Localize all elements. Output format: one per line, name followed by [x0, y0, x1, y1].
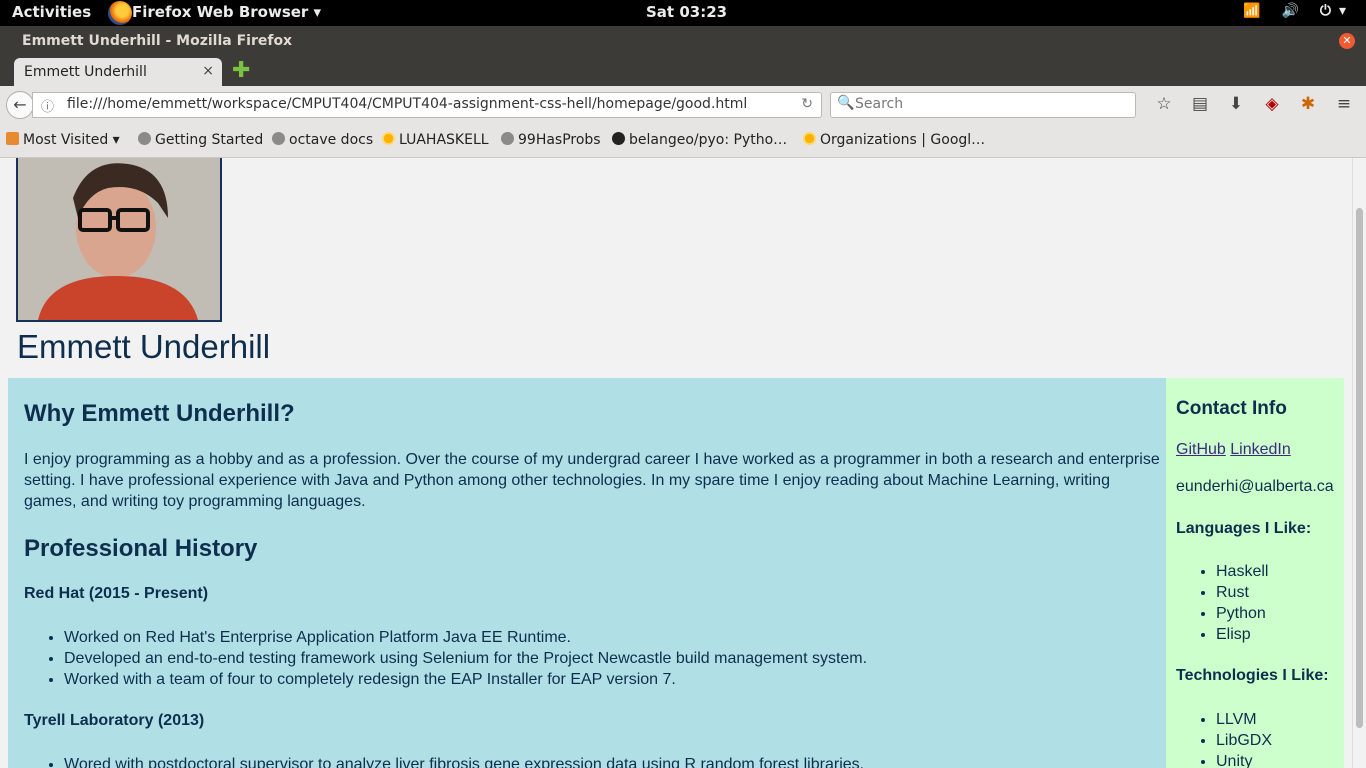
folder-icon [6, 132, 19, 145]
search-placeholder[interactable]: Search [855, 96, 903, 112]
firefox-logo-icon [108, 1, 132, 25]
profile-photo-image [18, 158, 220, 320]
toolbar-icons: ☆ ▤ ⬇ ◈ ✱ ≡ [1146, 94, 1362, 114]
languages-list: Haskell Rust Python Elisp [1176, 561, 1268, 645]
new-tab-icon[interactable]: ✚ [232, 58, 250, 83]
bookmark-most-visited[interactable]: Most Visited ▾ [6, 132, 120, 148]
main-section: Why Emmett Underhill? I enjoy programmin… [8, 378, 1166, 768]
search-field[interactable]: 🔍 Search [830, 92, 1136, 118]
download-icon[interactable]: ⬇ [1218, 94, 1254, 114]
why-heading: Why Emmett Underhill? [24, 400, 295, 427]
list-item: Wored with postdoctoral supervisor to an… [64, 754, 864, 768]
tab-strip: Emmett Underhill × ✚ [0, 56, 1366, 86]
bookmark-star-icon[interactable]: ☆ [1146, 94, 1182, 114]
job-list-tyrell: Wored with postdoctoral supervisor to an… [24, 754, 864, 768]
technologies-heading: Technologies I Like: [1176, 667, 1329, 684]
tab-close-icon[interactable]: × [202, 63, 214, 79]
tab-label: Emmett Underhill [24, 64, 147, 80]
list-item: LibGDX [1216, 730, 1272, 751]
list-item: LLVM [1216, 709, 1272, 730]
window-title-bar: Emmett Underhill - Mozilla Firefox ✕ [0, 26, 1366, 56]
list-item: Unity [1216, 751, 1272, 768]
bookmark-getting-started[interactable]: Getting Started [138, 132, 263, 148]
job-list-red-hat: Worked on Red Hat's Enterprise Applicati… [24, 627, 867, 690]
ublock-icon[interactable]: ◈ [1254, 94, 1290, 114]
back-button[interactable]: ← [6, 91, 34, 119]
list-item: Worked with a team of four to completely… [64, 669, 867, 690]
window-title: Emmett Underhill - Mozilla Firefox [22, 33, 293, 49]
bookmark-label: octave docs [289, 132, 374, 148]
page-content: Emmett Underhill Why Emmett Underhill? I… [0, 158, 1352, 768]
bookmark-label: Most Visited ▾ [23, 132, 120, 148]
bookmark-label: 99HasProbs [518, 132, 601, 148]
profile-links: GitHub LinkedIn [1176, 441, 1291, 459]
search-icon: 🔍 [837, 95, 855, 111]
bookmark-label: LUAHASKELL [399, 132, 489, 148]
email-address: eunderhi@ualberta.ca [1176, 478, 1334, 495]
list-item: Developed an end-to-end testing framewor… [64, 648, 867, 669]
technologies-list: LLVM LibGDX Unity [1176, 709, 1272, 768]
contact-sidebar: Contact Info GitHub LinkedIn eunderhi@ua… [1166, 378, 1344, 768]
navigation-toolbar: ← ⓘ file:///home/emmett/workspace/CMPUT4… [0, 86, 1366, 124]
globe-icon [272, 132, 285, 145]
page-title: Emmett Underhill [17, 328, 271, 365]
globe-icon [138, 132, 151, 145]
bookmarks-toolbar: Most Visited ▾ Getting Started octave do… [0, 124, 1366, 158]
sun-icon [382, 132, 395, 145]
languages-heading: Languages I Like: [1176, 520, 1312, 537]
reader-list-icon[interactable]: ▤ [1182, 94, 1218, 114]
site-info-icon[interactable]: ⓘ [41, 96, 54, 115]
history-heading: Professional History [24, 535, 258, 562]
bookmark-octave-docs[interactable]: octave docs [272, 132, 373, 148]
bookmark-99hasprobs[interactable]: 99HasProbs [501, 132, 601, 148]
bookmark-label: Organizations | Googl… [820, 132, 986, 148]
github-link[interactable]: GitHub [1176, 441, 1226, 458]
globe-icon [501, 132, 514, 145]
bookmark-label: belangeo/pyo: Pytho… [629, 132, 788, 148]
list-item: Elisp [1216, 624, 1268, 645]
bookmark-pyo[interactable]: belangeo/pyo: Pytho… [612, 132, 787, 148]
github-icon [612, 132, 625, 145]
contact-heading: Contact Info [1176, 398, 1287, 419]
job-title-tyrell: Tyrell Laboratory (2013) [24, 712, 205, 729]
window-close-icon[interactable]: ✕ [1339, 33, 1355, 49]
list-item: Rust [1216, 582, 1268, 603]
scrollbar-thumb[interactable] [1356, 208, 1363, 728]
bookmark-label: Getting Started [155, 132, 264, 148]
profile-photo [16, 158, 222, 322]
job-title-red-hat: Red Hat (2015 - Present) [24, 585, 209, 602]
list-item: Python [1216, 603, 1268, 624]
clock[interactable]: Sat 03:23 [646, 3, 727, 21]
menu-icon[interactable]: ≡ [1326, 94, 1362, 114]
list-item: Worked on Red Hat's Enterprise Applicati… [64, 627, 867, 648]
system-top-bar: Activities Firefox Web Browser ▾ Sat 03:… [0, 0, 1366, 26]
extension-icon[interactable]: ✱ [1290, 94, 1326, 114]
sun-icon [803, 132, 816, 145]
url-text[interactable]: file:///home/emmett/workspace/CMPUT404/C… [67, 96, 747, 112]
page-scrollbar[interactable] [1352, 158, 1366, 768]
app-menu-button[interactable]: Firefox Web Browser ▾ [132, 3, 321, 21]
system-tray-icons[interactable]: 📶 🔊 ⏻▾ [1243, 3, 1354, 19]
tab-emmett-underhill[interactable]: Emmett Underhill × [14, 58, 222, 86]
bookmark-organizations[interactable]: Organizations | Googl… [803, 132, 985, 148]
why-paragraph: I enjoy programming as a hobby and as a … [24, 451, 1160, 510]
activities-button[interactable]: Activities [12, 3, 91, 21]
bookmark-luahaskell[interactable]: LUAHASKELL [382, 132, 489, 148]
linkedin-link[interactable]: LinkedIn [1230, 441, 1291, 458]
list-item: Haskell [1216, 561, 1268, 582]
url-bar[interactable]: ⓘ file:///home/emmett/workspace/CMPUT404… [32, 92, 822, 118]
reload-icon[interactable]: ↻ [801, 96, 813, 112]
